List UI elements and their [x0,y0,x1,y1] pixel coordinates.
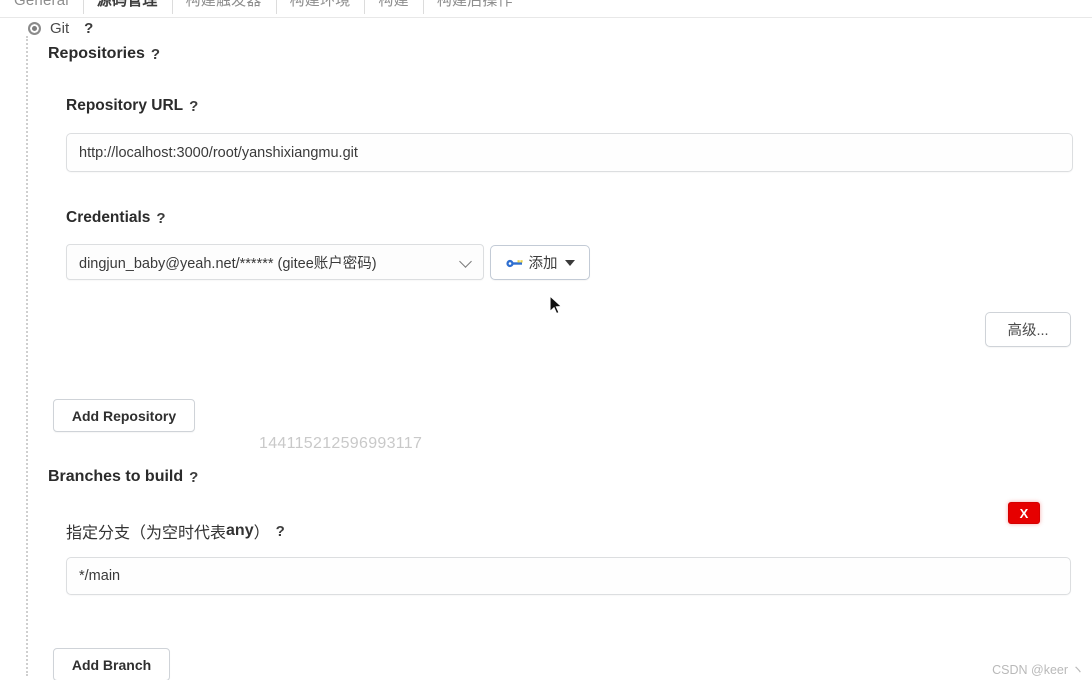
add-branch-button[interactable]: Add Branch [53,648,170,680]
help-icon-git[interactable]: ? [84,20,93,37]
help-icon-credentials[interactable]: ? [156,210,165,227]
branch-label-strong: any [226,522,254,539]
advanced-button[interactable]: 高级... [985,312,1071,347]
add-branch-label: Add Branch [71,656,152,673]
repository-url-label: Repository URL ? [66,97,198,115]
branch-specifier-value: */main [79,568,121,584]
branch-label-prefix: 指定分支（为空时代表 [66,525,227,542]
add-repository-label: Add Repository [71,407,177,424]
repositories-section-title: Repositories ? [48,45,160,63]
tab-build[interactable]: 构建 [364,0,422,18]
caret-down-icon [564,259,575,266]
radio-git-selected[interactable] [28,22,41,35]
branch-specifier-input[interactable]: */main [66,557,1071,595]
tab-source-code-management[interactable]: 源码管理 [82,0,172,18]
repository-url-value: http://localhost:3000/root/yanshixiangmu… [79,144,358,161]
config-tab-bar: General 源码管理 构建触发器 构建环境 构建 构建后操作 [0,0,1092,18]
repository-url-label-text: Repository URL [66,97,184,114]
chevron-down-icon [460,256,473,269]
add-repository-button[interactable]: Add Repository [53,399,195,432]
add-credentials-button[interactable]: 添加 [490,245,590,280]
credentials-select[interactable]: dingjun_baby@yeah.net/****** (gitee账户密码) [66,244,484,280]
delete-branch-button[interactable]: X [1008,502,1040,524]
mouse-cursor [549,294,565,317]
watermark-csdn: CSDN @keer ヽ [992,663,1084,677]
delete-branch-label: X [1019,505,1029,521]
branch-label-suffix: ） [253,525,270,542]
key-icon [505,257,524,268]
tab-build-triggers[interactable]: 构建触发器 [171,0,276,18]
add-credentials-label: 添加 [528,256,558,272]
repositories-title-text: Repositories [48,45,145,62]
advanced-button-label: 高级... [1007,323,1049,339]
branches-title-text: Branches to build [48,468,184,485]
repository-url-input[interactable]: http://localhost:3000/root/yanshixiangmu… [66,133,1073,172]
branches-section-title: Branches to build ? [48,468,198,486]
tab-post-build-actions[interactable]: 构建后操作 [422,0,527,18]
credentials-label: Credentials ? [66,209,166,227]
credentials-label-text: Credentials [66,209,151,226]
scm-git-label: Git [50,20,70,37]
jenkins-scm-config-page: General 源码管理 构建触发器 构建环境 构建 构建后操作 Git ? R… [0,0,1092,680]
credentials-selected-value: dingjun_baby@yeah.net/****** (gitee账户密码) [79,255,377,272]
watermark-number: 144115212596993117 [259,435,423,452]
branch-specifier-label: 指定分支（为空时代表 any） ? [66,519,285,543]
scm-option-git[interactable]: Git ? [28,20,93,37]
help-icon-branches[interactable]: ? [189,469,198,486]
help-icon-branch-specifier[interactable]: ? [276,523,285,540]
tab-general[interactable]: General [0,0,83,18]
section-guide-line [26,36,28,676]
tab-build-environment[interactable]: 构建环境 [275,0,365,18]
help-icon-repositories[interactable]: ? [151,46,160,63]
help-icon-repository-url[interactable]: ? [189,98,198,115]
